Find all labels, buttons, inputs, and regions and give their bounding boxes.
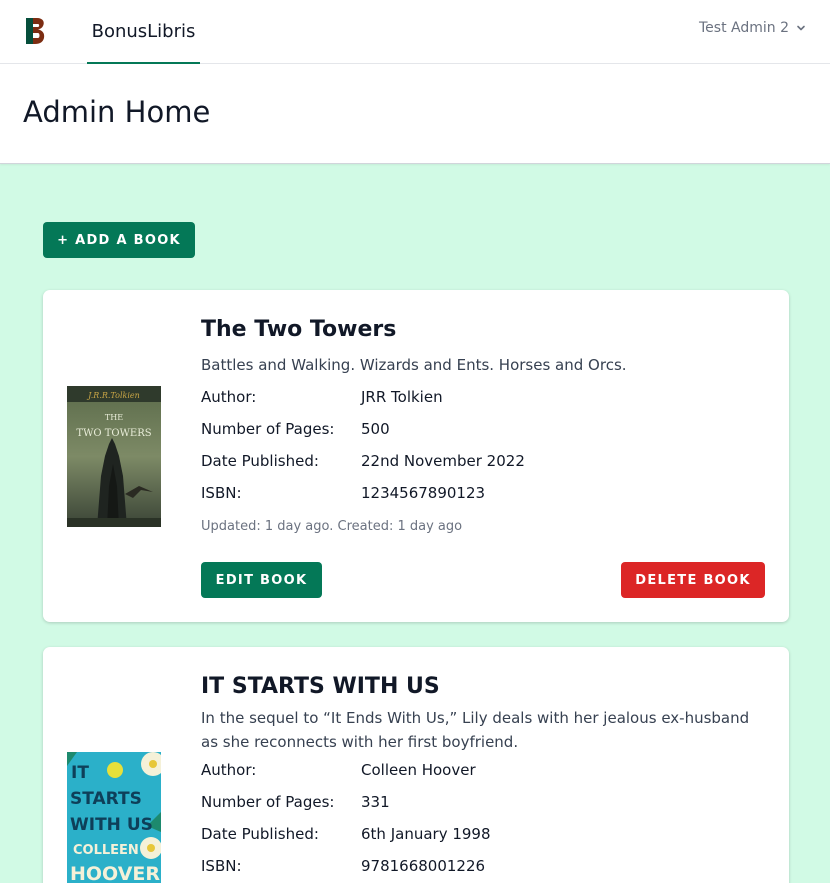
isbn-label: ISBN:: [201, 484, 242, 502]
published-value: 6th January 1998: [361, 825, 491, 843]
published-label: Date Published:: [201, 452, 319, 470]
book-published-row: Date Published: 22nd November 2022: [201, 445, 765, 477]
cover-author-line1: COLLEEN: [73, 843, 139, 858]
book-card: J.R.R.Tolkien THE TWO TOWERS The Two Tow…: [43, 290, 789, 622]
book-published-row: Date Published: 6th January 1998: [201, 818, 765, 850]
delete-book-button[interactable]: DELETE BOOK: [621, 562, 765, 598]
brand-name: BonusLibris: [91, 20, 196, 42]
isbn-value: 9781668001226: [361, 857, 486, 875]
bonuslibris-logo-icon[interactable]: [23, 16, 49, 46]
user-menu-dropdown[interactable]: Test Admin 2: [699, 20, 807, 36]
svg-text:J.R.R.Tolkien: J.R.R.Tolkien: [86, 391, 140, 400]
cover-title-line3: WITH US: [70, 815, 153, 835]
author-value: Colleen Hoover: [361, 761, 476, 779]
book-card: IT STARTS WITH US COLLEEN HOOVER IT STAR…: [43, 647, 789, 883]
pages-label: Number of Pages:: [201, 420, 335, 438]
pages-label: Number of Pages:: [201, 793, 335, 811]
edit-book-button[interactable]: EDIT BOOK: [201, 562, 322, 598]
book-actions: EDIT BOOK DELETE BOOK: [201, 562, 765, 598]
top-navbar: BonusLibris Test Admin 2: [0, 0, 830, 64]
author-label: Author:: [201, 761, 257, 779]
cover-title-line1: IT: [71, 763, 89, 783]
page-header: Admin Home: [0, 64, 830, 164]
author-value: JRR Tolkien: [361, 388, 443, 406]
book-cover-image: J.R.R.Tolkien THE TWO TOWERS: [67, 386, 161, 527]
published-label: Date Published:: [201, 825, 319, 843]
page-title: Admin Home: [23, 95, 211, 129]
book-pages-row: Number of Pages: 500: [201, 413, 765, 445]
book-timestamps: Updated: 1 day ago. Created: 1 day ago: [201, 519, 463, 534]
add-book-button[interactable]: + ADD A BOOK: [43, 222, 195, 258]
cover-title-line2: STARTS: [70, 789, 142, 809]
book-isbn-row: ISBN: 1234567890123: [201, 477, 765, 509]
book-author-row: Author: Colleen Hoover: [201, 754, 765, 786]
book-description: In the sequel to “It Ends With Us,” Lily…: [201, 709, 750, 751]
book-isbn-row: ISBN: 9781668001226: [201, 850, 765, 882]
published-value: 22nd November 2022: [361, 452, 525, 470]
isbn-label: ISBN:: [201, 857, 242, 875]
author-label: Author:: [201, 388, 257, 406]
chevron-down-icon: [797, 25, 805, 31]
book-title: The Two Towers: [201, 317, 397, 342]
cover-author-line2: HOOVER: [70, 863, 160, 883]
pages-value: 500: [361, 420, 390, 438]
user-name: Test Admin 2: [699, 20, 789, 36]
book-author-row: Author: JRR Tolkien: [201, 381, 765, 413]
cover-title-line2: TWO TOWERS: [76, 428, 151, 439]
book-title: IT STARTS WITH US: [201, 674, 440, 699]
isbn-value: 1234567890123: [361, 484, 486, 502]
cover-title-line1: THE: [105, 413, 123, 422]
book-cover-image: IT STARTS WITH US COLLEEN HOOVER: [67, 752, 161, 883]
book-description: Battles and Walking. Wizards and Ents. H…: [201, 356, 627, 374]
book-pages-row: Number of Pages: 331: [201, 786, 765, 818]
nav-brand-tab[interactable]: BonusLibris: [87, 0, 200, 64]
pages-value: 331: [361, 793, 390, 811]
